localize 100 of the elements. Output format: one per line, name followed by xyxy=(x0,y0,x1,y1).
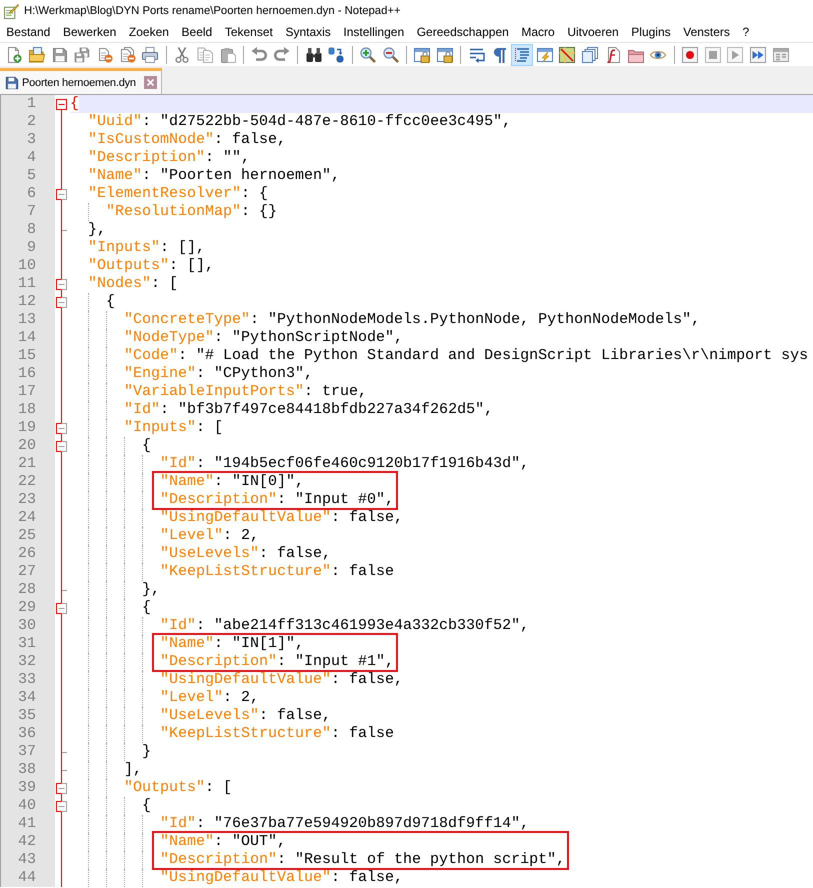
line-number: 30 xyxy=(18,617,36,634)
code-line: "Description": "Input #1", xyxy=(160,653,394,670)
copy-icon xyxy=(196,46,213,62)
code-line: "Name": "IN[0]", xyxy=(160,473,304,490)
line-number: 42 xyxy=(18,833,36,850)
code-line: "KeepListStructure": false xyxy=(160,725,394,742)
menu-item[interactable]: Tekenset xyxy=(218,23,280,41)
function-icon xyxy=(604,46,621,62)
code-line: "Uuid": "d27522bb-504d-487e-8610-ffcc0ee3c495", xyxy=(88,113,512,130)
documents-icon xyxy=(582,46,598,62)
line-number: 8 xyxy=(26,221,36,238)
code-line: { xyxy=(106,293,116,310)
line-number: 2 xyxy=(26,113,36,130)
line-number: 10 xyxy=(18,257,36,274)
menu-item[interactable]: Uitvoeren xyxy=(561,23,625,41)
code-line: "Id": "abe214ff313c461993e4a332cb330f52", xyxy=(160,617,530,634)
line-number: 11 xyxy=(18,275,36,292)
grid-window-icon xyxy=(772,46,789,62)
toolbar-button[interactable] xyxy=(510,44,534,66)
zoom-in-icon xyxy=(360,46,376,62)
menu-item[interactable]: Bewerken xyxy=(56,23,123,41)
pilcrow-icon xyxy=(491,46,508,62)
code-line: "Level": 2, xyxy=(160,689,260,706)
line-number: 28 xyxy=(18,581,36,598)
code-line: "UseLevels": false, xyxy=(160,545,332,562)
minus-box-icon[interactable] xyxy=(56,98,67,110)
code-line: "Inputs": [ xyxy=(124,419,224,436)
minus-box-icon[interactable] xyxy=(56,440,67,452)
line-number: 16 xyxy=(18,365,36,382)
lightning-window-icon xyxy=(536,46,553,62)
line-number: 21 xyxy=(18,455,36,472)
menu-item[interactable]: Beeld xyxy=(175,23,219,41)
window-lock-icon xyxy=(437,46,454,62)
menu-item[interactable]: Zoeken xyxy=(122,23,176,41)
minus-box-icon[interactable] xyxy=(56,422,67,434)
word-wrap-icon xyxy=(468,46,485,62)
line-number: 14 xyxy=(18,329,36,346)
menu-item[interactable]: Macro xyxy=(515,23,562,41)
code-line: "Id": "76e37ba77e594920b897d9718df9ff14", xyxy=(160,815,530,832)
line-number: 22 xyxy=(18,473,36,490)
code-line: "Name": "Poorten hernoemen", xyxy=(88,167,340,184)
line-number: 6 xyxy=(26,185,36,202)
code-line: "UsingDefaultValue": false, xyxy=(160,671,404,688)
menu-item[interactable]: ? xyxy=(736,23,756,41)
line-number: 15 xyxy=(18,347,36,364)
map-icon xyxy=(559,46,576,62)
menu-item[interactable]: Vensters xyxy=(676,23,736,41)
menu-item[interactable]: Bestand xyxy=(0,23,57,41)
code-line: "UsingDefaultValue": false, xyxy=(160,869,404,886)
line-number: 33 xyxy=(18,671,36,688)
tab[interactable]: Poorten hernoemen.dyn xyxy=(0,68,162,94)
code-line: "Level": 2, xyxy=(160,527,260,544)
code-line: ], xyxy=(124,761,142,778)
line-number: 29 xyxy=(18,599,36,616)
zoom-out-icon xyxy=(382,46,399,62)
code-line: "NodeType": "PythonScriptNode", xyxy=(124,329,404,346)
line-number: 36 xyxy=(18,725,36,742)
replace-icon xyxy=(328,46,344,62)
code-line: "VariableInputPorts": true, xyxy=(124,383,368,400)
close-icon[interactable] xyxy=(144,76,157,89)
minus-box-icon[interactable] xyxy=(56,278,67,290)
line-number: 5 xyxy=(26,167,36,184)
line-number: 35 xyxy=(18,707,36,724)
menu-item[interactable]: Gereedschappen xyxy=(410,23,516,41)
menu-item[interactable]: Instellingen xyxy=(337,23,410,41)
line-number: 27 xyxy=(18,563,36,580)
code-line: "UseLevels": false, xyxy=(160,707,332,724)
notepad-pencil-icon xyxy=(4,4,19,18)
menu-item[interactable]: Syntaxis xyxy=(279,23,338,41)
code-line: { xyxy=(142,437,152,454)
line-number: 37 xyxy=(18,743,36,760)
line-number: 23 xyxy=(18,491,36,508)
printer-icon xyxy=(142,46,158,62)
line-number: 7 xyxy=(26,203,36,220)
line-number: 19 xyxy=(18,419,36,436)
minus-box-icon[interactable] xyxy=(56,188,67,200)
clipboard-icon xyxy=(220,46,236,62)
line-number: 39 xyxy=(18,779,36,796)
minus-box-icon[interactable] xyxy=(56,800,67,812)
code-line: }, xyxy=(142,581,160,598)
line-number: 40 xyxy=(18,797,36,814)
line-number: 17 xyxy=(18,383,36,400)
minus-box-icon[interactable] xyxy=(56,782,67,794)
line-number: 1 xyxy=(26,95,36,112)
line-number: 32 xyxy=(18,653,36,670)
code-line: "Id": "194b5ecf06fe460c9120b17f1916b43d", xyxy=(160,455,530,472)
document-minus-icon xyxy=(97,46,114,62)
window-title: H:\Werkmap\Blog\DYN Ports rename\Poorten hernoemen.dyn - Notepad++ xyxy=(24,5,401,17)
line-number: 34 xyxy=(18,689,36,706)
code-line: "Description": "", xyxy=(88,149,250,166)
line-number: 12 xyxy=(18,293,36,310)
line-number: 18 xyxy=(18,401,36,418)
play-icon xyxy=(727,46,744,62)
folder-document-icon xyxy=(29,46,46,62)
line-number: 24 xyxy=(18,509,36,526)
minus-box-icon[interactable] xyxy=(56,602,67,614)
minus-box-icon[interactable] xyxy=(56,296,67,308)
line-number: 44 xyxy=(18,869,36,886)
menu-item[interactable]: Plugins xyxy=(624,23,677,41)
record-icon xyxy=(682,46,698,62)
